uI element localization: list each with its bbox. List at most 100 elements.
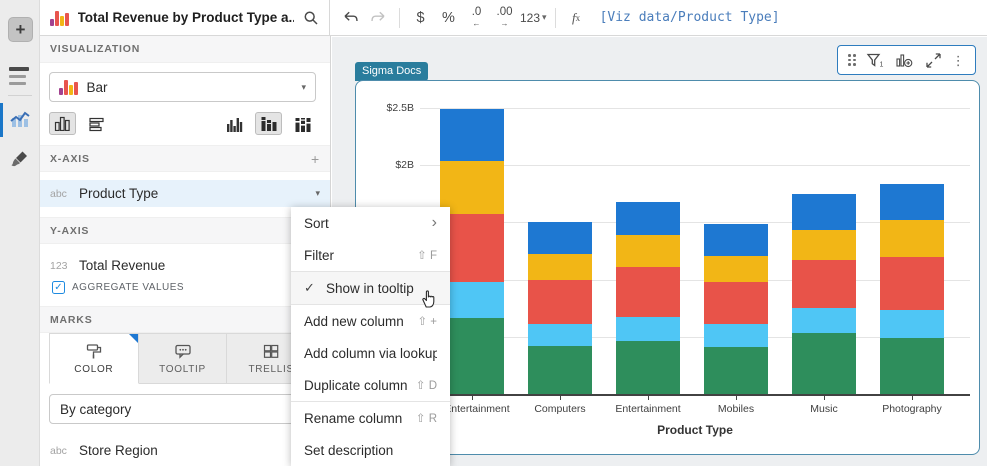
stacked-bar-button[interactable] [255,112,282,135]
analytics-icon [9,108,31,130]
stacked-bar-icon [260,116,277,131]
bar-segment-amber[interactable] [880,220,944,257]
page-outline-button[interactable] [9,67,31,85]
bar-segment-sky-blue[interactable] [880,310,944,337]
x-axis-tick [912,396,913,400]
menu-item-sort[interactable]: Sort› [291,207,450,239]
color-mode-select[interactable]: By category [49,394,316,424]
style-button[interactable] [9,149,31,171]
filter-1-icon[interactable]: 1 [866,52,885,69]
number-format-dropdown[interactable]: 123 ▾ [520,5,547,31]
left-rail: + [0,0,40,466]
bar-segment-red[interactable] [880,257,944,311]
x-axis-section-header: X-AXIS + [40,145,330,172]
bar-segment-blue[interactable] [880,184,944,221]
formula-button[interactable]: fx [564,5,589,31]
top-toolbar: Total Revenue by Product Type a... $ % [40,0,987,36]
bar-segment-sky-blue[interactable] [792,308,856,333]
bar-segment-red[interactable] [792,260,856,308]
drag-handle-icon[interactable] [848,54,856,66]
bar-segment-red[interactable] [528,280,592,325]
undo-button[interactable] [338,5,363,31]
x-axis-tick [648,396,649,400]
bar-segment-green[interactable] [792,333,856,394]
bar-segment-blue[interactable] [440,109,504,160]
grouped-bar-icon [226,117,244,132]
aggregate-checkbox[interactable]: ✓ [52,281,65,294]
bar-segment-sky-blue[interactable] [704,324,768,347]
menu-item-set-description[interactable]: Set description [291,434,450,466]
bar-segment-amber[interactable] [704,256,768,282]
menu-item-add-new-column[interactable]: Add new column⇧ + [291,305,450,337]
bar-segment-blue[interactable] [704,224,768,256]
add-x-axis-column-button[interactable]: + [311,151,320,167]
menu-item-filter[interactable]: Filter⇧ F [291,239,450,271]
tab-tooltip[interactable]: TOOLTIP [139,333,228,384]
expand-icon[interactable] [925,52,942,69]
redo-button[interactable] [366,5,391,31]
stacked-100-bar-button[interactable] [289,112,316,135]
element-controls: 1 ⋮ [837,45,976,75]
bar-segment-amber[interactable] [528,254,592,279]
add-child-chart-icon[interactable] [895,52,914,69]
analytics-button[interactable] [9,108,31,130]
kebab-menu-icon[interactable]: ⋮ [952,54,965,67]
y-axis-section-header: Y-AXIS [40,217,330,244]
check-icon: ✓ [54,282,62,293]
marks-section-header: MARKS [40,306,330,333]
bar-segment-green[interactable] [704,347,768,394]
element-title: Total Revenue by Product Type a... [78,10,295,25]
x-axis-field-product-type[interactable]: abc Product Type ▾ [40,180,330,207]
vertical-bar-icon [54,116,71,131]
bar-segment-blue[interactable] [792,194,856,231]
add-element-button[interactable]: + [8,17,33,42]
chart-type-select[interactable]: Bar ▾ [49,72,316,102]
grouped-bar-button[interactable] [221,112,248,135]
bar-segment-red[interactable] [616,267,680,317]
menu-item-add-column-via-lookup[interactable]: Add column via lookup... [291,337,450,369]
visualization-section-header: VISUALIZATION [40,36,330,63]
decrease-decimal-button[interactable]: .0 ← [464,5,489,31]
undo-icon [342,10,359,25]
menu-item-label: Add column via lookup... [304,346,437,361]
bar-segment-blue[interactable] [616,202,680,235]
x-axis-category-label: Photography [852,403,972,415]
currency-format-button[interactable]: $ [408,5,433,31]
stacked-100-bar-icon [294,117,311,132]
aggregate-label: AGGREGATE VALUES [72,282,184,293]
y-axis-tick-label: $2.5B [356,102,414,114]
chevron-down-icon: ▾ [301,82,306,93]
svg-text:1: 1 [880,61,884,68]
bar-segment-green[interactable] [528,346,592,394]
vertical-bar-button[interactable] [49,112,76,135]
increase-decimal-button[interactable]: .00 → [492,5,517,31]
bar-segment-green[interactable] [880,338,944,394]
menu-item-rename-column[interactable]: Rename column⇧ R [291,402,450,434]
x-axis-tick [472,396,473,400]
tooltip-bubble-icon [174,343,192,360]
y-axis-tick-label: $2B [356,159,414,171]
color-field-store-region[interactable]: abc Store Region [40,437,330,464]
formula-bar[interactable]: [Viz data/Product Type] [600,10,780,25]
bar-segment-green[interactable] [616,341,680,394]
context-menu: Sort›Filter⇧ F✓Show in tooltipAdd new co… [291,207,450,466]
menu-shortcut: ⇧ D [416,378,437,392]
bar-segment-red[interactable] [704,282,768,324]
rail-selected-indicator [0,103,3,137]
x-axis-line [420,394,970,396]
horizontal-bar-button[interactable] [83,112,110,135]
x-axis-title: Product Type [420,423,970,437]
bar-segment-blue[interactable] [528,222,592,254]
formatting-toolbar: $ % .0 ← .00 → 123 ▾ fx [Viz data/Produc… [330,0,987,35]
chevron-down-icon[interactable]: ▾ [315,188,320,199]
menu-item-duplicate-column[interactable]: Duplicate column⇧ D [291,369,450,401]
tab-color[interactable]: COLOR [49,333,139,384]
bar-segment-amber[interactable] [616,235,680,267]
bar-segment-sky-blue[interactable] [528,324,592,346]
bar-segment-sky-blue[interactable] [616,317,680,341]
menu-item-label: Add new column [304,314,409,329]
y-axis-field-total-revenue[interactable]: 123 Total Revenue [40,252,330,279]
percent-format-button[interactable]: % [436,5,461,31]
bar-segment-amber[interactable] [792,230,856,260]
search-icon[interactable] [303,10,319,26]
